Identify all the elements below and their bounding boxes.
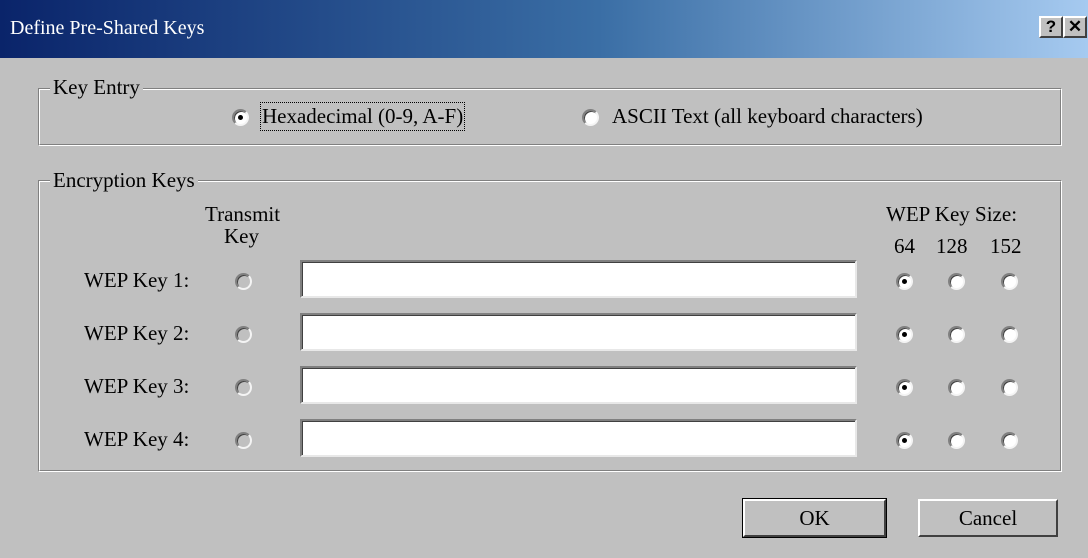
hex-radio[interactable] bbox=[232, 109, 249, 126]
size-label-64: 64 bbox=[894, 234, 915, 258]
wep-key-3-input[interactable] bbox=[300, 366, 857, 404]
wep-key-4-size-64-radio[interactable] bbox=[896, 432, 913, 449]
wep-key-4-size-152-radio[interactable] bbox=[1001, 432, 1018, 449]
wep-key-1-size-64-radio[interactable] bbox=[896, 273, 913, 290]
radio-dot-icon bbox=[902, 385, 907, 390]
wep-key-4-label: WEP Key 4: bbox=[84, 427, 190, 451]
transmit-key-1-radio[interactable] bbox=[235, 273, 252, 290]
title-bar[interactable]: Define Pre-Shared Keys ? ✕ bbox=[0, 0, 1088, 58]
hex-label[interactable]: Hexadecimal (0-9, A-F) bbox=[259, 102, 466, 131]
wep-key-2-label: WEP Key 2: bbox=[84, 321, 190, 345]
help-button[interactable]: ? bbox=[1039, 16, 1063, 38]
close-button[interactable]: ✕ bbox=[1063, 16, 1087, 38]
wep-size-header: WEP Key Size: bbox=[886, 202, 1018, 226]
wep-key-3-label: WEP Key 3: bbox=[84, 374, 190, 398]
wep-key-4-input[interactable] bbox=[300, 419, 857, 457]
size-label-128: 128 bbox=[936, 234, 968, 258]
wep-key-1-size-152-radio[interactable] bbox=[1001, 273, 1018, 290]
radio-dot-icon bbox=[238, 115, 243, 120]
wep-key-2-size-128-radio[interactable] bbox=[948, 326, 965, 343]
encryption-keys-label: Encryption Keys bbox=[50, 168, 198, 193]
wep-key-2-input[interactable] bbox=[300, 313, 857, 351]
wep-key-1-input[interactable] bbox=[300, 260, 857, 298]
transmit-key-2-radio[interactable] bbox=[235, 326, 252, 343]
transmit-key-3-radio[interactable] bbox=[235, 379, 252, 396]
radio-dot-icon bbox=[902, 279, 907, 284]
close-icon: ✕ bbox=[1067, 17, 1083, 36]
ok-button[interactable]: OK bbox=[742, 498, 887, 538]
window-title: Define Pre-Shared Keys bbox=[10, 17, 205, 39]
ascii-label[interactable]: ASCII Text (all keyboard characters) bbox=[612, 104, 923, 129]
key-entry-label: Key Entry bbox=[50, 75, 143, 100]
transmit-header-line2: Key bbox=[224, 224, 259, 248]
ascii-radio[interactable] bbox=[582, 109, 599, 126]
transmit-key-4-radio[interactable] bbox=[235, 432, 252, 449]
wep-key-3-size-152-radio[interactable] bbox=[1001, 379, 1018, 396]
dialog-window: Define Pre-Shared Keys ? ✕ Key Entry Hex… bbox=[0, 0, 1088, 558]
wep-key-2-size-64-radio[interactable] bbox=[896, 326, 913, 343]
radio-dot-icon bbox=[902, 332, 907, 337]
wep-key-3-size-64-radio[interactable] bbox=[896, 379, 913, 396]
wep-key-2-size-152-radio[interactable] bbox=[1001, 326, 1018, 343]
cancel-button[interactable]: Cancel bbox=[918, 499, 1058, 537]
wep-key-1-label: WEP Key 1: bbox=[84, 268, 190, 292]
radio-dot-icon bbox=[902, 438, 907, 443]
wep-key-4-size-128-radio[interactable] bbox=[948, 432, 965, 449]
wep-key-3-size-128-radio[interactable] bbox=[948, 379, 965, 396]
wep-key-1-size-128-radio[interactable] bbox=[948, 273, 965, 290]
size-label-152: 152 bbox=[990, 234, 1022, 258]
